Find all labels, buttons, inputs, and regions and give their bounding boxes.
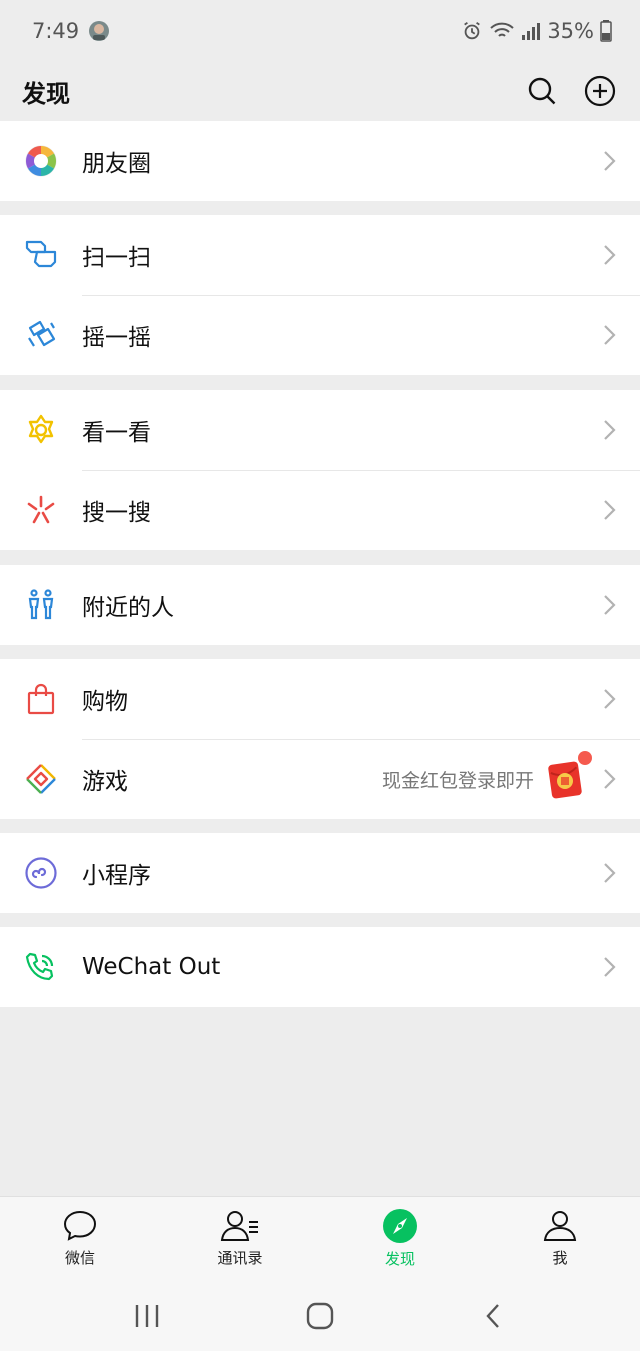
- add-button[interactable]: [584, 75, 616, 107]
- notification-badge: [578, 751, 592, 765]
- shopping-bag-icon: [22, 680, 60, 718]
- games-promo-text: 现金红包登录即开: [381, 769, 534, 792]
- plus-circle-icon: [584, 75, 616, 107]
- moments-aperture-icon: [22, 142, 60, 180]
- group-moments: 朋友圈: [0, 121, 640, 201]
- row-label: 摇一摇: [82, 325, 151, 351]
- tab-me[interactable]: 我: [500, 1209, 620, 1268]
- row-label: 购物: [82, 689, 128, 715]
- tab-label: 微信: [64, 1249, 95, 1267]
- bottom-tab-bar: 微信 通讯录 发现 我: [0, 1196, 640, 1280]
- group-scan-shake: 扫一扫 摇一摇: [0, 215, 640, 375]
- mini-programs-icon: [22, 854, 60, 892]
- people-nearby-icon: [22, 586, 60, 624]
- page-title: 发现: [22, 79, 70, 108]
- search-icon: [528, 77, 556, 105]
- games-diamond-icon: [22, 760, 60, 798]
- contacts-icon: [220, 1211, 258, 1241]
- scan-icon: [22, 236, 60, 274]
- row-label: WeChat Out: [82, 954, 221, 980]
- tab-label: 发现: [384, 1250, 415, 1268]
- row-moments[interactable]: 朋友圈: [0, 121, 640, 201]
- back-chevron-icon: [486, 1303, 500, 1328]
- status-bar: 7:49 35%: [0, 0, 640, 62]
- avatar-notification-icon: [87, 19, 111, 43]
- search-spark-icon: [22, 491, 60, 529]
- chevron-right-icon: [602, 594, 616, 616]
- group-mini-programs: 小程序: [0, 833, 640, 913]
- row-shake[interactable]: 摇一摇: [0, 295, 640, 375]
- row-label: 小程序: [82, 863, 151, 889]
- row-search[interactable]: 搜一搜: [0, 470, 640, 550]
- row-shopping[interactable]: 购物: [0, 659, 640, 739]
- tab-chats[interactable]: 微信: [20, 1209, 140, 1268]
- header: 发现: [0, 62, 640, 120]
- chevron-right-icon: [602, 244, 616, 266]
- system-nav-bar: [0, 1280, 640, 1351]
- row-label: 游戏: [82, 769, 128, 795]
- row-label: 看一看: [82, 420, 151, 446]
- row-label: 附近的人: [82, 595, 174, 621]
- search-button[interactable]: [526, 75, 558, 107]
- row-label: 朋友圈: [82, 151, 151, 177]
- status-time: 7:49: [32, 19, 80, 43]
- battery-percent: 35%: [547, 19, 594, 43]
- row-games[interactable]: 游戏 现金红包登录即开: [0, 739, 640, 819]
- wifi-icon: [489, 20, 515, 42]
- row-label: 搜一搜: [82, 500, 151, 526]
- home-icon: [306, 1302, 334, 1329]
- recent-apps-button[interactable]: [127, 1296, 167, 1336]
- chevron-right-icon: [602, 768, 616, 790]
- row-top-stories[interactable]: 看一看: [0, 390, 640, 470]
- home-button[interactable]: [300, 1296, 340, 1336]
- group-wechat-out: WeChat Out: [0, 927, 640, 1007]
- top-stories-icon: [22, 411, 60, 449]
- red-packet-icon: [548, 751, 592, 799]
- row-people-nearby[interactable]: 附近的人: [0, 565, 640, 645]
- recent-apps-icon: [135, 1304, 158, 1327]
- wechat-out-phone-icon: [22, 948, 60, 986]
- row-wechat-out[interactable]: WeChat Out: [0, 927, 640, 1007]
- chevron-right-icon: [602, 419, 616, 441]
- chevron-right-icon: [602, 150, 616, 172]
- tab-discover[interactable]: 发现: [340, 1208, 460, 1269]
- row-scan[interactable]: 扫一扫: [0, 215, 640, 295]
- alarm-icon: [461, 20, 483, 42]
- chevron-right-icon: [602, 862, 616, 884]
- tab-contacts[interactable]: 通讯录: [180, 1209, 300, 1268]
- discover-compass-icon: [383, 1209, 417, 1243]
- discover-screen: 7:49 35% 发现 朋友圈 扫一扫 摇一摇 看一看 搜一搜 附近的人 购物 …: [0, 0, 640, 1351]
- back-button[interactable]: [473, 1296, 513, 1336]
- group-stories-search: 看一看 搜一搜: [0, 390, 640, 550]
- chevron-right-icon: [602, 688, 616, 710]
- row-mini-programs[interactable]: 小程序: [0, 833, 640, 913]
- chat-bubble-icon: [63, 1210, 97, 1241]
- signal-icon: [521, 21, 541, 41]
- row-label: 扫一扫: [82, 245, 151, 271]
- chevron-right-icon: [602, 324, 616, 346]
- group-nearby: 附近的人: [0, 565, 640, 645]
- group-shopping-games: 购物 游戏 现金红包登录即开: [0, 659, 640, 819]
- chevron-right-icon: [602, 956, 616, 978]
- tab-label: 通讯录: [217, 1249, 263, 1267]
- battery-icon: [600, 20, 612, 42]
- chevron-right-icon: [602, 499, 616, 521]
- me-person-icon: [543, 1211, 577, 1241]
- tab-label: 我: [552, 1249, 568, 1267]
- shake-icon: [22, 316, 60, 354]
